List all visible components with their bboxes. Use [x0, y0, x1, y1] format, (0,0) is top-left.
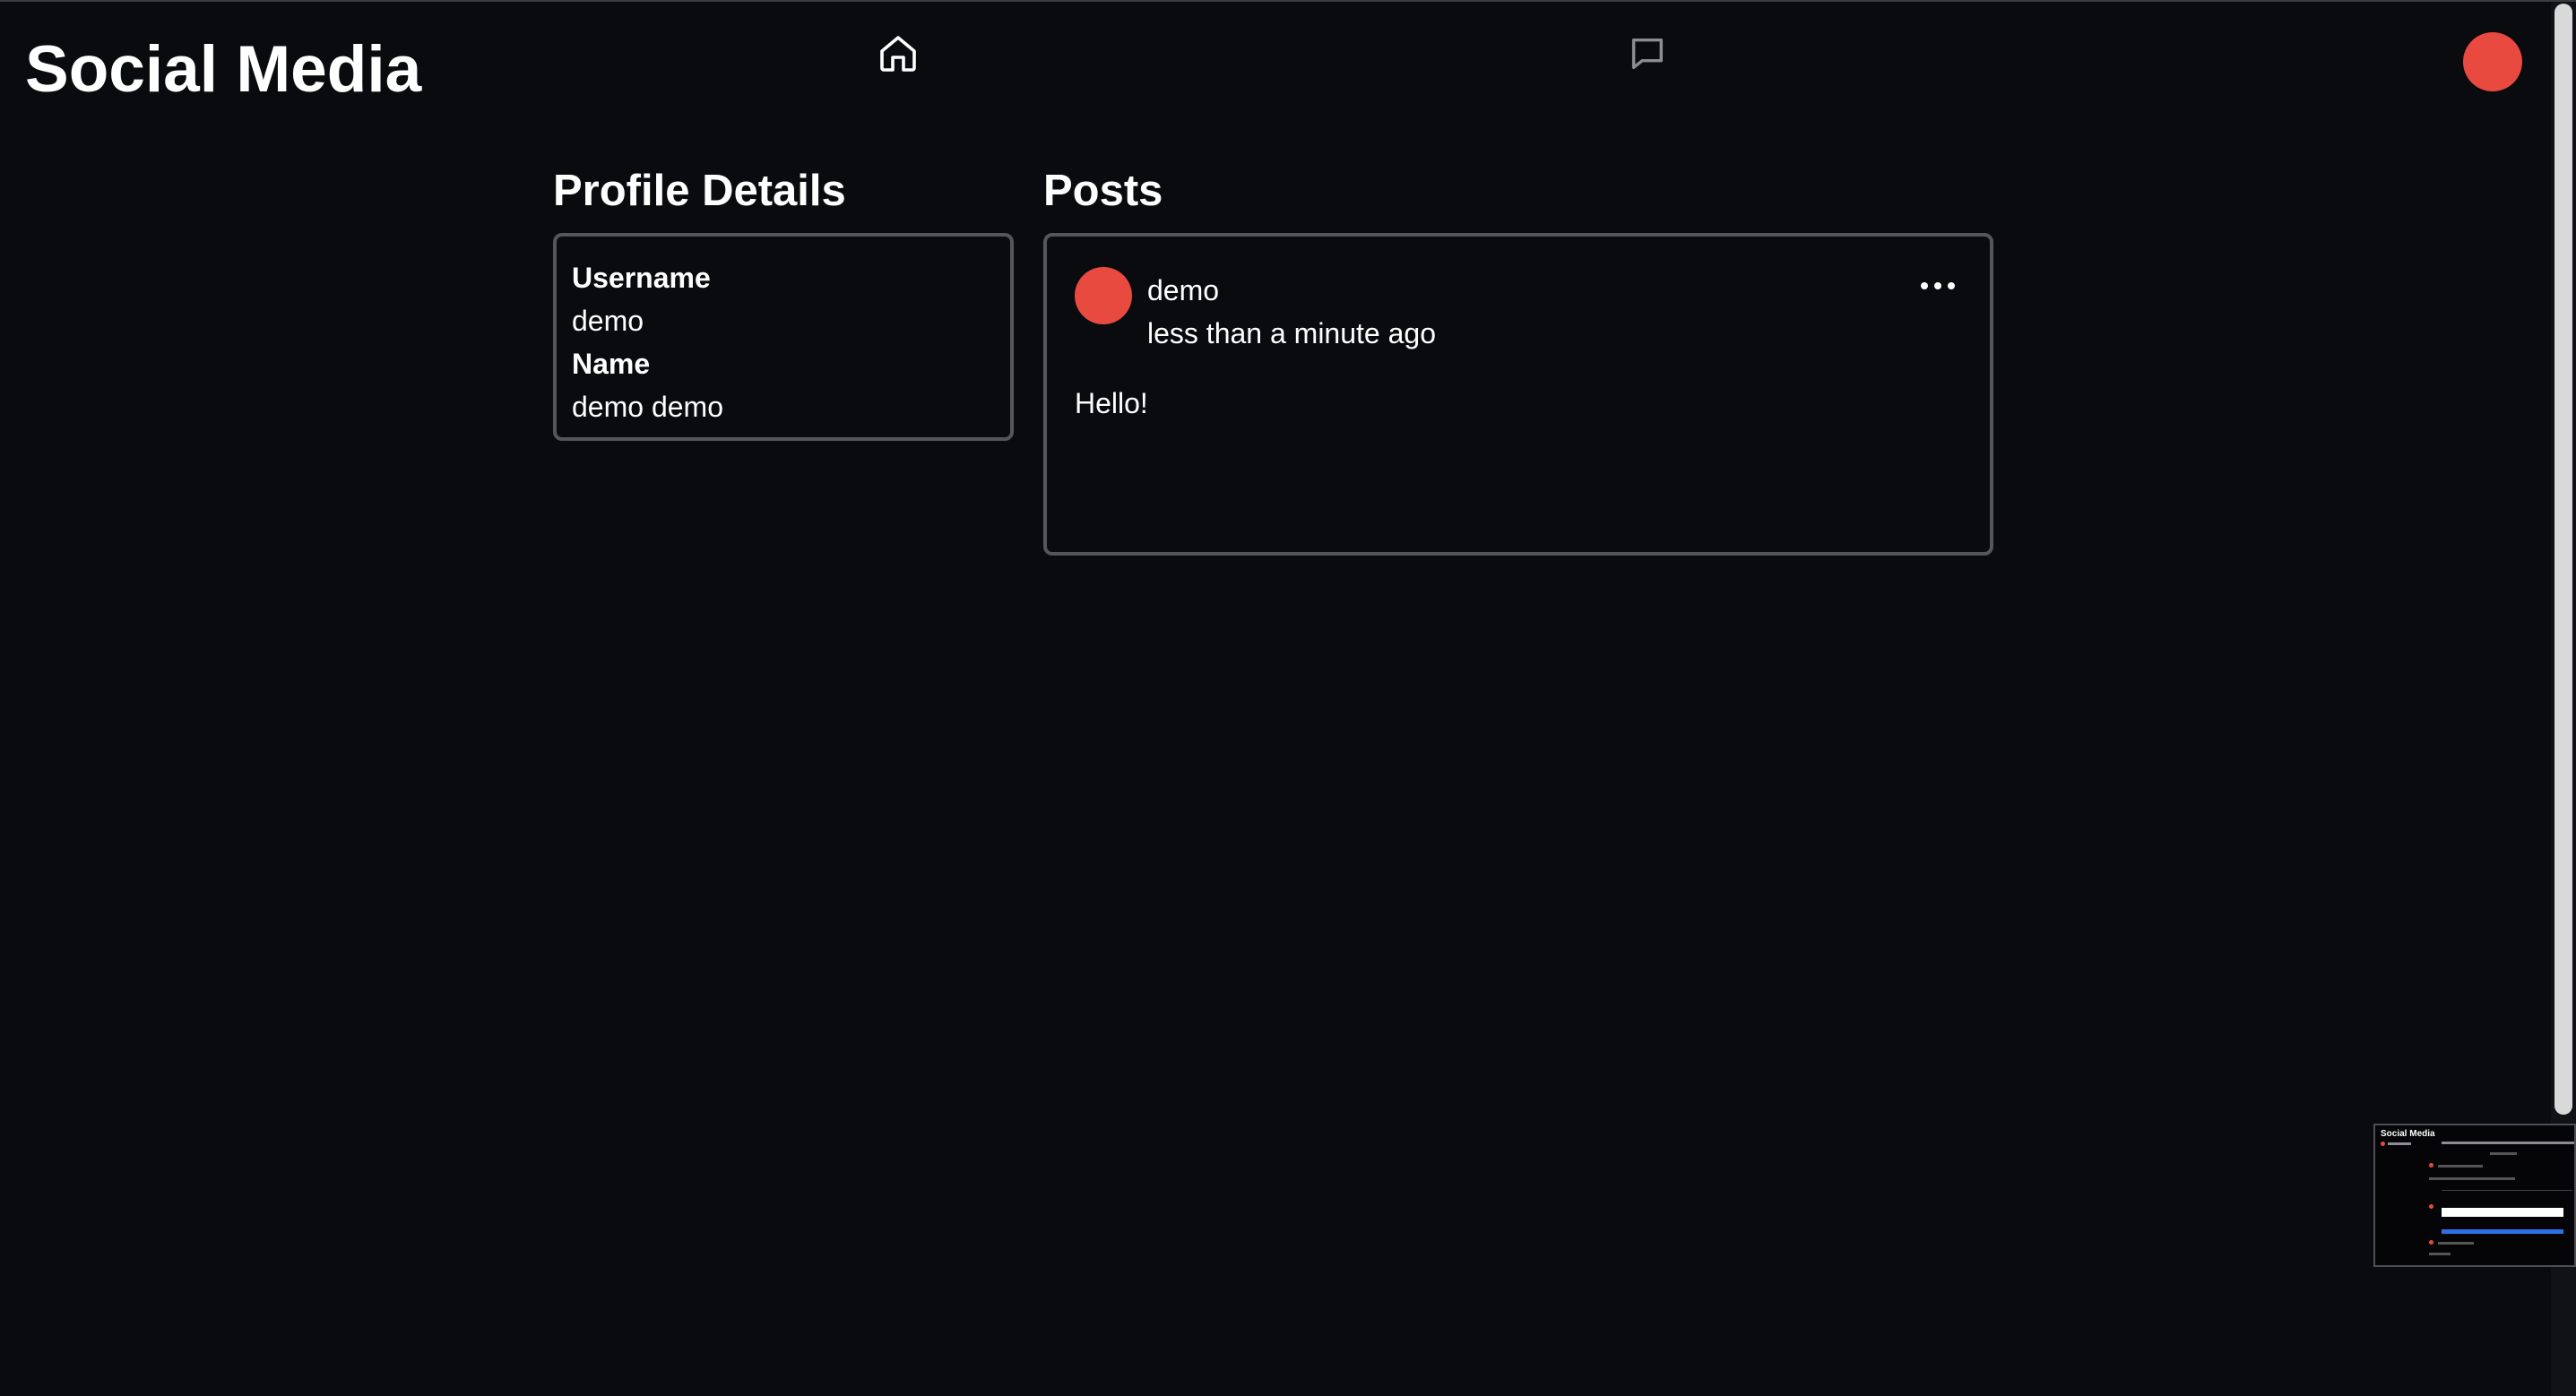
app-title: Social Media [25, 33, 422, 106]
chat-icon [1631, 38, 1664, 70]
scrollbar-thumb[interactable] [2554, 4, 2572, 1115]
preview-avatar [2429, 1163, 2433, 1168]
more-horizontal-icon [1921, 282, 1928, 289]
more-horizontal-icon [1934, 282, 1941, 289]
post-timestamp: less than a minute ago [1147, 317, 1436, 349]
social-media-page: Social Media Profile Details Username de… [0, 0, 2576, 1396]
preview-title: Social Media [2381, 1129, 2435, 1139]
preview-line [2429, 1253, 2451, 1255]
preview-avatar [2429, 1240, 2433, 1245]
post-card: demo less than a minute ago Hello! [1043, 233, 1993, 556]
post-author-avatar[interactable] [1075, 267, 1132, 324]
preview-line [2438, 1242, 2474, 1245]
posts-heading: Posts [1043, 167, 1163, 215]
preview-line [2442, 1142, 2574, 1144]
profile-details-heading: Profile Details [553, 167, 846, 215]
more-horizontal-icon [1948, 282, 1955, 289]
preview-line [2429, 1177, 2515, 1180]
profile-details-card: Username demo Name demo demo [553, 233, 1014, 441]
name-label: Name [572, 348, 651, 380]
preview-line [2442, 1190, 2572, 1191]
preview-avatar [2429, 1204, 2433, 1209]
screenshot-preview-thumbnail[interactable]: Social Media [2373, 1124, 2576, 1267]
messages-nav-button[interactable] [1624, 30, 1671, 77]
username-value: demo [572, 305, 644, 337]
preview-button [2442, 1229, 2563, 1234]
name-value: demo demo [572, 391, 723, 423]
home-nav-button[interactable] [875, 30, 921, 77]
preview-input [2442, 1208, 2563, 1217]
preview-line [2388, 1142, 2411, 1145]
home-icon [880, 36, 916, 72]
post-author-name[interactable]: demo [1147, 271, 1219, 310]
preview-line [2490, 1152, 2517, 1155]
preview-avatar [2381, 1142, 2385, 1146]
post-menu-button[interactable] [1916, 272, 1959, 299]
post-body: Hello! [1075, 387, 1148, 419]
username-label: Username [572, 262, 711, 294]
preview-line [2438, 1165, 2483, 1168]
user-avatar-button[interactable] [2463, 32, 2522, 91]
